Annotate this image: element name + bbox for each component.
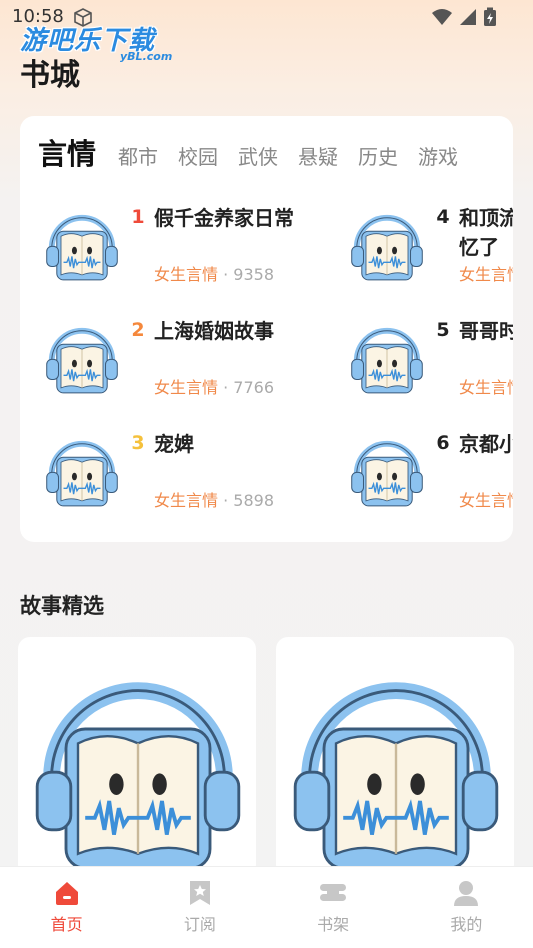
- meta-separator: ·: [218, 265, 234, 284]
- book-meta: 女生言情 · 9358: [154, 261, 274, 285]
- book-cover: [345, 432, 429, 516]
- book-category: 女生言情: [154, 265, 219, 284]
- nav-bookshelf[interactable]: 书架: [267, 867, 400, 948]
- nav-subscribe[interactable]: 订阅: [133, 867, 266, 948]
- nav-label: 订阅: [183, 915, 216, 934]
- category-tabs: 言情 都市 校园 武侠 悬疑 历史 游戏: [38, 136, 478, 172]
- story-cover: [28, 647, 256, 877]
- section-title: 故事精选: [20, 594, 104, 618]
- meta-separator: ·: [218, 491, 234, 510]
- tab-mystery[interactable]: 悬疑: [298, 142, 338, 172]
- book-meta: 女生言情: [459, 261, 513, 285]
- battery-icon: [484, 7, 496, 26]
- tab-martial[interactable]: 武侠: [238, 142, 278, 172]
- rank-number: 4: [436, 206, 450, 228]
- wifi-icon: [432, 9, 452, 25]
- story-cover: [286, 647, 514, 877]
- book-category: 女生言情: [459, 491, 513, 510]
- rank-number: 6: [436, 432, 450, 454]
- book-item[interactable]: 1 假千金养家日常 女生言情 · 9358: [40, 206, 340, 306]
- book-category: 女生言情: [154, 491, 219, 510]
- rank-number: 1: [131, 206, 145, 228]
- book-meta: 女生言情 · 5898: [154, 487, 274, 511]
- book-title: 上海婚姻故事: [154, 319, 274, 343]
- book-item[interactable]: 6 京都小 女生言情: [345, 432, 513, 532]
- rank-number: 5: [436, 319, 450, 341]
- book-cover: [345, 206, 429, 290]
- book-count: 7766: [233, 378, 274, 397]
- book-title-line2: 忆了: [459, 235, 499, 259]
- book-category: 女生言情: [154, 378, 219, 397]
- signal-icon: [460, 9, 476, 25]
- book-count: 9358: [233, 265, 274, 284]
- nav-profile[interactable]: 我的: [400, 867, 533, 948]
- book-meta: 女生言情 · 7766: [154, 374, 274, 398]
- book-meta: 女生言情: [459, 487, 513, 511]
- home-icon: [55, 882, 78, 905]
- nav-label: 书架: [317, 915, 350, 934]
- book-title: 假千金养家日常: [154, 206, 294, 230]
- meta-separator: ·: [218, 378, 234, 397]
- book-title: 和顶流 忆了: [459, 204, 513, 262]
- book-title-line1: 和顶流: [459, 206, 513, 230]
- book-count: 5898: [233, 491, 274, 510]
- book-cover: [345, 319, 429, 403]
- book-cover: [40, 432, 124, 516]
- book-item[interactable]: 4 和顶流忆了 女生言情: [345, 206, 513, 306]
- tab-game[interactable]: 游戏: [418, 142, 458, 172]
- book-cover: [40, 206, 124, 290]
- book-item[interactable]: 3 宠婢 女生言情 · 5898: [40, 432, 340, 532]
- nav-label: 我的: [450, 915, 483, 934]
- bookmark-star-icon: [189, 881, 210, 905]
- bookshelf-icon: [320, 884, 347, 901]
- tab-romance[interactable]: 言情: [38, 136, 96, 172]
- tab-history[interactable]: 历史: [358, 142, 398, 172]
- nav-home[interactable]: 首页: [0, 867, 133, 948]
- book-title: 宠婢: [154, 432, 194, 456]
- book-item[interactable]: 2 上海婚姻故事 女生言情 · 7766: [40, 319, 340, 419]
- book-cover: [40, 319, 124, 403]
- book-category: 女生言情: [459, 378, 513, 397]
- bottom-nav: 首页 订阅 书架 我的: [0, 866, 533, 948]
- book-meta: 女生言情: [459, 374, 513, 398]
- tab-campus[interactable]: 校园: [178, 142, 218, 172]
- book-title: 京都小: [459, 432, 513, 456]
- person-icon: [454, 881, 479, 906]
- story-card[interactable]: [276, 637, 514, 877]
- nav-label: 首页: [50, 915, 83, 934]
- book-title: 哥哥时: [459, 319, 513, 343]
- book-category: 女生言情: [459, 265, 513, 284]
- book-item[interactable]: 5 哥哥时 女生言情: [345, 319, 513, 419]
- rank-number: 3: [131, 432, 145, 454]
- page-title: 书城: [20, 58, 80, 93]
- rank-number: 2: [131, 319, 145, 341]
- watermark-sub: yBL.com: [120, 50, 173, 63]
- story-card[interactable]: [18, 637, 256, 877]
- tab-urban[interactable]: 都市: [118, 142, 158, 172]
- ranking-card: 言情 都市 校园 武侠 悬疑 历史 游戏 1 假千金养家日常 女生言情 · 93…: [20, 116, 513, 542]
